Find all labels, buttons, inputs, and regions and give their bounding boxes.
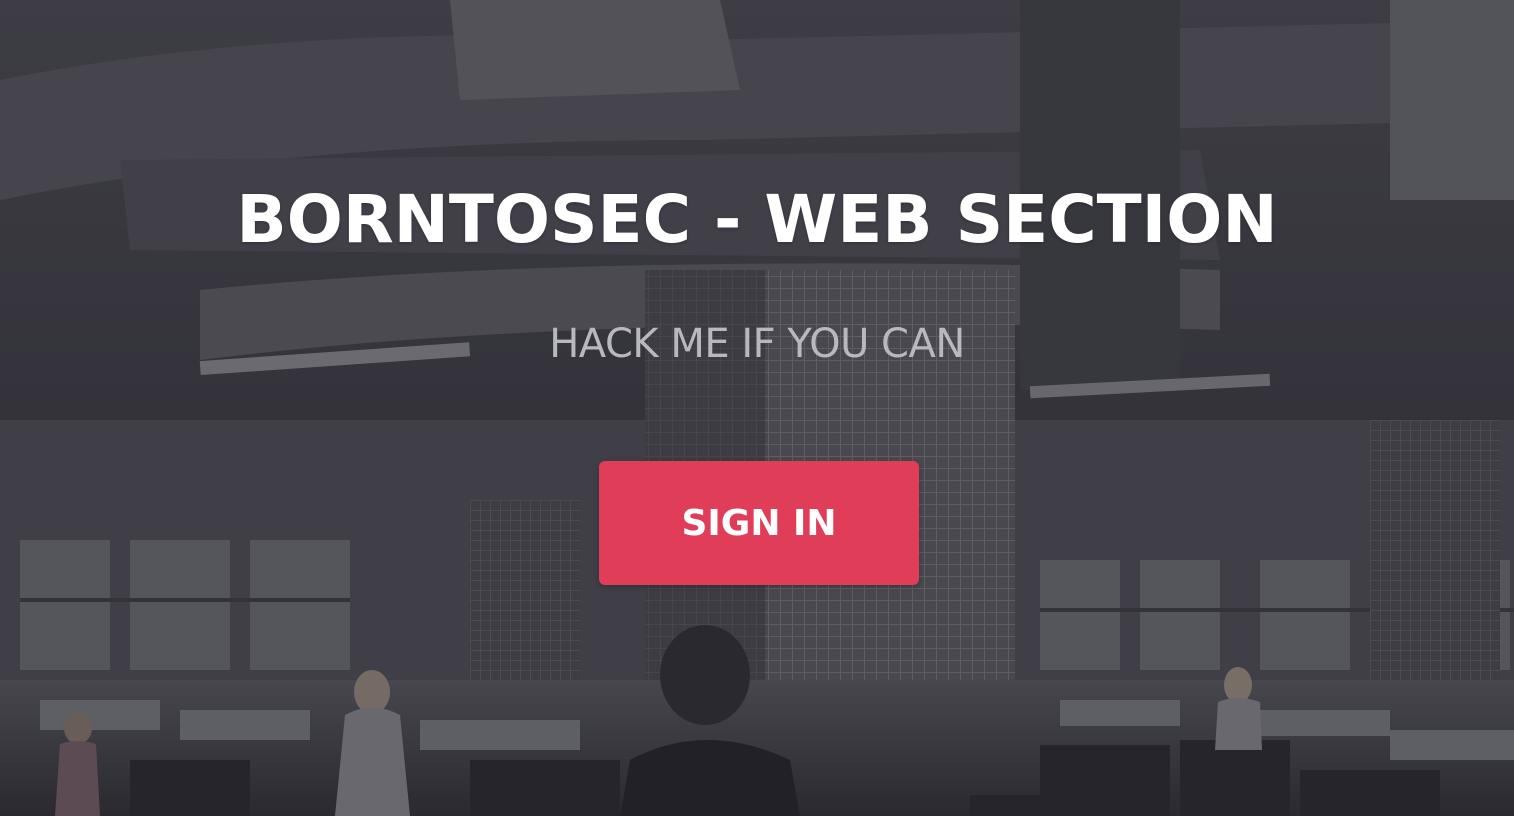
page-subtitle: HACK ME IF YOU CAN: [549, 321, 965, 367]
hero-section: BORNTOSEC - WEB SECTION HACK ME IF YOU C…: [0, 0, 1514, 816]
page-title: BORNTOSEC - WEB SECTION: [236, 181, 1278, 258]
hero-content: BORNTOSEC - WEB SECTION HACK ME IF YOU C…: [0, 0, 1514, 816]
sign-in-button[interactable]: SIGN IN: [599, 461, 919, 585]
